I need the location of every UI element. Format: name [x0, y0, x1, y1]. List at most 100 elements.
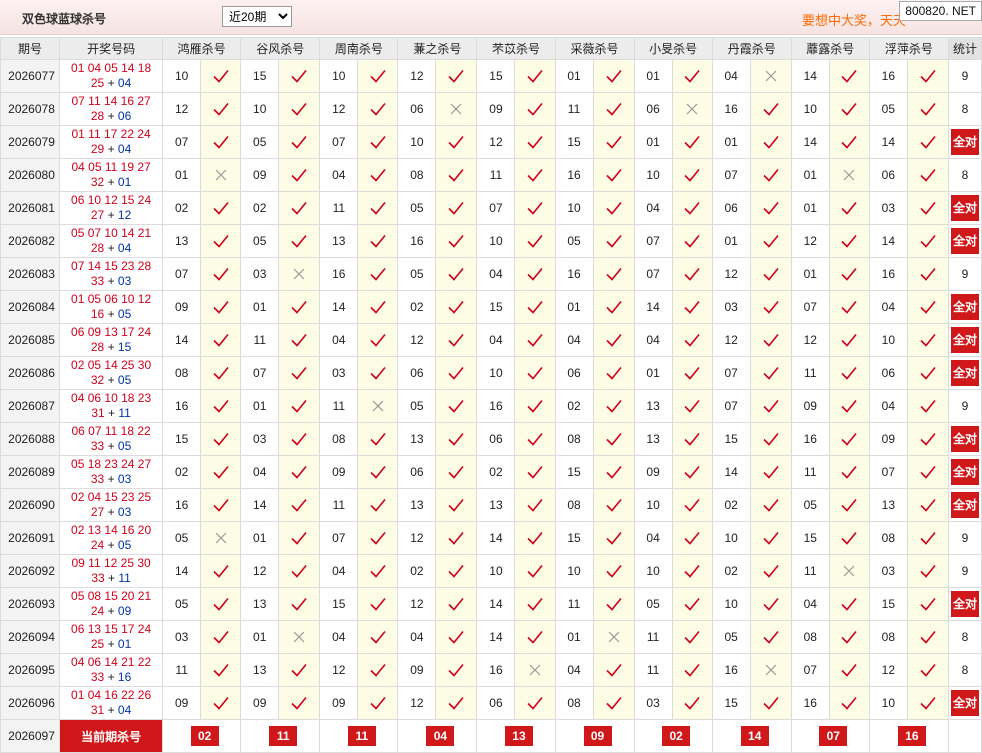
check-icon [592, 455, 635, 489]
kill-number-cell: 06 [554, 356, 594, 390]
check-icon [592, 389, 635, 423]
kill-number-table: 期号 开奖号码 鸿雁杀号 谷风杀号 周南杀号 蒹之杀号 芣苡杀号 采薇杀号 小旻… [0, 37, 982, 753]
check-icon [435, 191, 478, 225]
page-title: 双色球蓝球杀号 [22, 12, 107, 26]
check-icon [906, 554, 949, 588]
cross-icon [200, 158, 242, 192]
red-ball-last: 33 [90, 472, 105, 486]
check-icon [435, 59, 478, 93]
check-icon [592, 158, 635, 192]
kill-number-cell: 12 [476, 125, 516, 159]
draw-numbers-cell: 01 05 06 10 12 16 + 05 [59, 290, 164, 324]
stat-count: 9 [961, 69, 969, 83]
red-ball-last: 31 [91, 406, 105, 420]
draw-line2: 31 + 11 [61, 406, 162, 421]
check-icon [357, 224, 399, 258]
current-kill-cell: 07 [790, 719, 870, 753]
kill-number-cell: 01 [633, 125, 673, 159]
check-icon [592, 521, 635, 555]
red-balls-line1: 01 04 16 22 26 [71, 688, 152, 702]
check-icon [906, 620, 949, 654]
check-icon [435, 257, 478, 291]
kill-number-cell: 01 [711, 224, 751, 258]
draw-numbers-cell: 06 07 11 18 22 33 + 05 [59, 422, 164, 456]
draw-line2: 32 + 05 [61, 373, 162, 388]
all-correct-badge: 全对 [950, 690, 979, 716]
kill-number-cell: 07 [790, 653, 830, 687]
stat-cell: 全对 [947, 323, 982, 357]
kill-number-cell: 01 [633, 59, 673, 93]
kill-number-cell: 05 [397, 389, 437, 423]
kill-number-cell: 11 [162, 653, 202, 687]
cross-icon [671, 92, 713, 126]
draw-line2: 24 + 09 [61, 604, 162, 619]
check-icon [200, 290, 242, 324]
header-expert: 浮萍杀号 [868, 37, 949, 60]
table-row: 2026087 04 06 10 18 23 31 + 11 16 01 11 05 16 02… [0, 389, 982, 423]
header-expert: 蒹之杀号 [397, 37, 478, 60]
period-cell: 2026092 [0, 554, 61, 588]
period-cell: 2026081 [0, 191, 61, 225]
header-draw: 开奖号码 [59, 37, 164, 60]
stat-cell: 9 [947, 59, 982, 93]
check-icon [200, 125, 242, 159]
kill-number-cell: 11 [790, 356, 830, 390]
kill-number-cell: 12 [240, 554, 280, 588]
table-row: 2026082 05 07 10 14 21 28 + 04 13 05 13 16 10 05… [0, 224, 982, 258]
draw-numbers-cell: 05 07 10 14 21 28 + 04 [59, 224, 164, 258]
blue-ball: 16 [117, 670, 132, 684]
current-kill-cell: 11 [240, 719, 321, 753]
table-row: 2026084 01 05 06 10 12 16 + 05 09 01 14 02 15 01… [0, 290, 982, 324]
check-icon [200, 323, 242, 357]
kill-number-cell: 06 [711, 191, 751, 225]
period-range-select[interactable]: 近20期 [222, 6, 292, 27]
all-correct-badge: 全对 [950, 459, 979, 485]
red-balls-line1: 01 04 05 14 18 [71, 61, 152, 75]
kill-number-cell: 02 [397, 554, 437, 588]
check-icon [828, 125, 870, 159]
stat-count: 8 [961, 102, 969, 116]
kill-number-cell: 06 [476, 686, 516, 720]
kill-number-cell: 03 [711, 290, 751, 324]
check-icon [357, 455, 399, 489]
check-icon [828, 686, 870, 720]
check-icon [278, 455, 321, 489]
check-icon [671, 422, 713, 456]
check-icon [514, 125, 556, 159]
red-ball-last: 33 [90, 274, 105, 288]
draw-numbers-cell: 05 08 15 20 21 24 + 09 [59, 587, 164, 621]
kill-number-cell: 01 [240, 521, 280, 555]
check-icon [278, 653, 321, 687]
kill-number-cell: 02 [554, 389, 594, 423]
kill-number-cell: 14 [790, 125, 830, 159]
check-icon [592, 488, 635, 522]
kill-number-cell: 03 [162, 620, 202, 654]
top-bar: 双色球蓝球杀号 近20期 要想中大奖，天天 800820. NET [0, 0, 982, 35]
draw-line2: 33 + 03 [61, 274, 162, 289]
check-icon [435, 488, 478, 522]
kill-number-cell: 14 [240, 488, 280, 522]
red-balls-line1: 06 10 12 15 24 [71, 193, 152, 207]
check-icon [906, 191, 949, 225]
header-expert: 谷风杀号 [240, 37, 321, 60]
kill-number-cell: 12 [397, 59, 437, 93]
plus-sign: + [104, 208, 118, 222]
kill-number-cell: 03 [240, 422, 280, 456]
current-kill-cell: 02 [633, 719, 713, 753]
cross-icon [514, 653, 556, 687]
check-icon [200, 554, 242, 588]
kill-number-cell: 04 [790, 587, 830, 621]
period-cell: 2026085 [0, 323, 61, 357]
stat-count: 8 [961, 168, 969, 182]
kill-number-cell: 16 [554, 158, 594, 192]
kill-number-cell: 08 [554, 686, 594, 720]
kill-number-cell: 10 [240, 92, 280, 126]
period-cell: 2026086 [0, 356, 61, 390]
check-icon [514, 587, 556, 621]
stat-cell: 全对 [947, 224, 982, 258]
kill-number-cell: 16 [397, 224, 437, 258]
check-icon [749, 422, 792, 456]
kill-number-cell: 11 [240, 323, 280, 357]
red-balls-line1: 04 06 14 21 22 [71, 655, 152, 669]
check-icon [671, 356, 713, 390]
